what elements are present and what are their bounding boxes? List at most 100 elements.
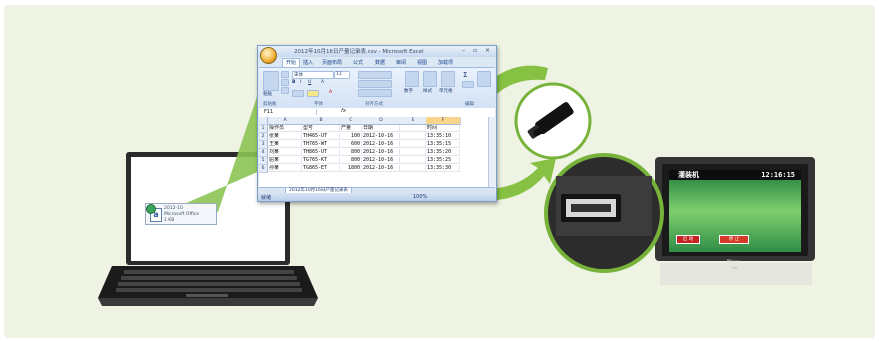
cut-icon[interactable] bbox=[281, 71, 289, 78]
autosum-button[interactable]: Σ bbox=[463, 71, 467, 79]
table-cell[interactable] bbox=[400, 125, 426, 132]
borders-icon[interactable] bbox=[292, 90, 304, 97]
table-cell[interactable]: 2012-10-16 bbox=[362, 133, 400, 140]
office-button[interactable] bbox=[260, 47, 277, 64]
font-name-select[interactable]: 宋体 bbox=[292, 71, 334, 79]
align-top-buttons[interactable] bbox=[358, 71, 392, 79]
number-format-icon[interactable] bbox=[405, 71, 419, 87]
window-controls[interactable]: – ▫ × bbox=[462, 47, 493, 54]
table-cell[interactable]: TH765-WT bbox=[302, 141, 340, 148]
copy-icon[interactable] bbox=[281, 79, 289, 86]
table-cell[interactable]: 13:35:15 bbox=[426, 141, 460, 148]
select-all-corner[interactable] bbox=[259, 117, 268, 125]
table-cell[interactable]: 张某 bbox=[268, 133, 302, 140]
table-cell[interactable]: 100 bbox=[340, 133, 362, 140]
column-header-col-b[interactable]: B bbox=[302, 117, 341, 125]
quick-access-toolbar[interactable] bbox=[278, 48, 292, 54]
table-cell[interactable]: 13:35:20 bbox=[426, 149, 460, 156]
bold-button[interactable]: B bbox=[292, 80, 295, 85]
hmi-stop-button[interactable]: 停 止 bbox=[719, 235, 749, 244]
tab-view[interactable]: 视图 bbox=[417, 59, 427, 66]
table-cell[interactable]: 孙某 bbox=[268, 165, 302, 172]
table-cell[interactable]: 2012-10-16 bbox=[362, 149, 400, 156]
table-cell[interactable]: TG865-ET bbox=[302, 165, 340, 172]
row-header[interactable]: 6 bbox=[259, 165, 268, 173]
column-header-col-a[interactable]: A bbox=[268, 117, 303, 125]
table-cell[interactable]: 操作员 bbox=[268, 125, 302, 132]
table-cell[interactable]: 屈某 bbox=[268, 157, 302, 164]
cells-icon[interactable] bbox=[441, 71, 455, 87]
tab-insert[interactable]: 插入 bbox=[303, 59, 313, 66]
column-header-col-c[interactable]: C bbox=[340, 117, 363, 125]
tab-formulas[interactable]: 公式 bbox=[353, 59, 363, 66]
table-cell[interactable]: 600 bbox=[340, 141, 362, 148]
row-header[interactable]: 4 bbox=[259, 149, 268, 157]
paste-icon[interactable] bbox=[263, 71, 279, 91]
font-color-button[interactable]: A bbox=[329, 90, 332, 95]
tab-addins[interactable]: 加载项 bbox=[438, 59, 453, 66]
table-cell[interactable]: 2012-10-16 bbox=[362, 165, 400, 172]
tab-page-layout[interactable]: 页面布局 bbox=[322, 59, 342, 66]
laptop-base-edge bbox=[98, 298, 318, 306]
column-header-col-f[interactable]: F bbox=[426, 117, 461, 125]
table-cell[interactable]: 13:35:10 bbox=[426, 133, 460, 140]
table-cell[interactable]: 产量 bbox=[340, 125, 362, 132]
spreadsheet-grid[interactable]: A B C D E F 1 操作员 型号 产量 日期 时间 2 张某 TH465-UT 100 2012-10-… bbox=[259, 117, 488, 187]
table-cell[interactable]: 13:35:25 bbox=[426, 157, 460, 164]
tab-review[interactable]: 审阅 bbox=[396, 59, 406, 66]
arrow-excel-to-hmi bbox=[497, 158, 556, 200]
column-header-col-e[interactable]: E bbox=[400, 117, 427, 125]
hmi-header: 灌装机 12:16:15 bbox=[669, 170, 801, 180]
table-cell[interactable]: 时间 bbox=[426, 125, 460, 132]
table-cell[interactable] bbox=[400, 149, 426, 156]
italic-button[interactable]: I bbox=[300, 80, 301, 85]
number-label: 数字 bbox=[404, 89, 413, 94]
fill-color-icon[interactable] bbox=[307, 90, 319, 97]
table-cell[interactable]: 2012-10-16 bbox=[362, 157, 400, 164]
table-cell[interactable]: 型号 bbox=[302, 125, 340, 132]
cells-label: 单元格 bbox=[439, 89, 453, 94]
row-header[interactable]: 1 bbox=[259, 125, 268, 133]
grow-font-button[interactable]: A bbox=[321, 80, 324, 85]
table-cell[interactable]: 13:35:30 bbox=[426, 165, 460, 172]
ribbon: 粘贴 宋体 11 B I U A A 数字 样式 单元格 Σ 剪贴板 字体 对齐… bbox=[259, 67, 495, 109]
format-painter-icon[interactable] bbox=[281, 87, 289, 94]
table-cell[interactable]: 日期 bbox=[362, 125, 400, 132]
table-cell[interactable] bbox=[400, 141, 426, 148]
vertical-scrollbar[interactable] bbox=[488, 117, 496, 187]
sort-filter-icon[interactable] bbox=[477, 71, 491, 87]
zoom-level[interactable]: 100% bbox=[413, 194, 427, 200]
table-cell[interactable]: 王某 bbox=[268, 141, 302, 148]
row-header[interactable]: 5 bbox=[259, 157, 268, 165]
name-box[interactable]: F11 bbox=[261, 109, 317, 115]
laptop-touchpad bbox=[186, 294, 228, 297]
styles-icon[interactable] bbox=[423, 71, 437, 87]
table-cell[interactable]: 1800 bbox=[340, 165, 362, 172]
indent-buttons[interactable] bbox=[358, 89, 392, 97]
table-cell[interactable]: 刘某 bbox=[268, 149, 302, 156]
column-header-col-d[interactable]: D bbox=[362, 117, 401, 125]
fx-icon[interactable]: fx bbox=[341, 108, 346, 114]
fill-icon[interactable] bbox=[462, 81, 474, 88]
table-cell[interactable]: TG765-KT bbox=[302, 157, 340, 164]
table-cell[interactable] bbox=[400, 133, 426, 140]
tab-data[interactable]: 数据 bbox=[375, 59, 385, 66]
table-cell[interactable] bbox=[400, 165, 426, 172]
underline-button[interactable]: U bbox=[308, 80, 311, 85]
font-size-select[interactable]: 11 bbox=[334, 71, 350, 79]
table-cell[interactable]: TH865-UT bbox=[302, 149, 340, 156]
align-buttons[interactable] bbox=[358, 80, 392, 88]
hmi-start-button[interactable]: 启 动 bbox=[676, 235, 700, 244]
tab-home[interactable]: 开始 bbox=[282, 58, 301, 67]
table-cell[interactable] bbox=[400, 157, 426, 164]
file-badge-icon bbox=[146, 204, 156, 214]
table-cell[interactable]: 800 bbox=[340, 157, 362, 164]
file-name: 2012-10 bbox=[164, 206, 183, 211]
file-size: 1 KB bbox=[164, 218, 175, 223]
row-header[interactable]: 2 bbox=[259, 133, 268, 141]
group-clipboard: 剪贴板 bbox=[263, 102, 277, 107]
table-cell[interactable]: TH465-UT bbox=[302, 133, 340, 140]
table-cell[interactable]: 800 bbox=[340, 149, 362, 156]
table-cell[interactable]: 2012-10-16 bbox=[362, 141, 400, 148]
row-header[interactable]: 3 bbox=[259, 141, 268, 149]
